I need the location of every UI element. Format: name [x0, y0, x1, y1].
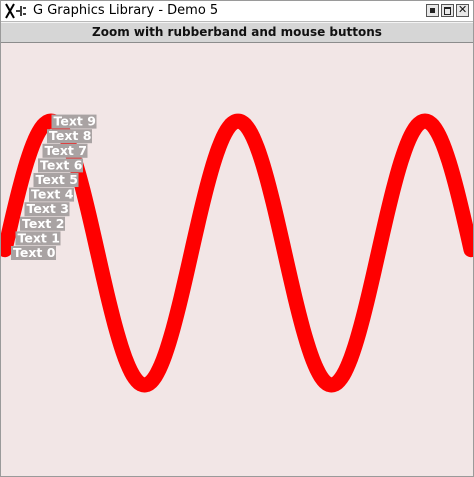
minimize-icon[interactable] [426, 4, 439, 17]
text-label-text: Text 8 [49, 128, 91, 143]
app-window: G Graphics Library - Demo 5 Zoom with ru… [0, 0, 474, 477]
text-label-6: Text 6 [38, 157, 83, 173]
text-label-5: Text 5 [33, 172, 79, 187]
window-title: G Graphics Library - Demo 5 [33, 3, 219, 18]
text-label-text: Text 1 [18, 230, 60, 245]
text-label-text: Text 3 [27, 201, 69, 216]
close-icon[interactable] [456, 3, 469, 17]
text-label-9: Text 9 [51, 114, 97, 129]
text-label-text: Text 2 [22, 216, 64, 231]
text-label-text: Text 7 [45, 143, 87, 158]
plot-canvas[interactable]: Text 0 Text 1 Text 2 Text 3 Text 4 Text 5 Text… [1, 43, 473, 476]
plot-svg[interactable]: Text 0Text 1Text 2Text 3Text 4Text 5Text… [1, 43, 473, 476]
text-label-text: Text 9 [54, 114, 96, 129]
text-label-text: Text 0 [13, 245, 56, 260]
text-label-4: Text 4 [29, 187, 74, 202]
text-label-1: Text 1 [15, 230, 61, 246]
text-label-8: Text 8 [47, 128, 92, 144]
text-label-7: Text 7 [42, 143, 88, 158]
text-label-3: Text 3 [24, 201, 70, 217]
text-label-text: Text 5 [36, 172, 78, 187]
x-window-icon[interactable] [4, 2, 28, 20]
text-label-2: Text 2 [20, 216, 65, 231]
text-label-text: Text 6 [40, 157, 83, 172]
instruction-text: Zoom with rubberband and mouse buttons [1, 22, 473, 43]
maximize-icon[interactable] [441, 4, 454, 17]
text-label-text: Text 4 [31, 187, 74, 202]
title-bar[interactable]: G Graphics Library - Demo 5 [1, 1, 473, 22]
text-label-0: Text 0 [11, 245, 56, 260]
